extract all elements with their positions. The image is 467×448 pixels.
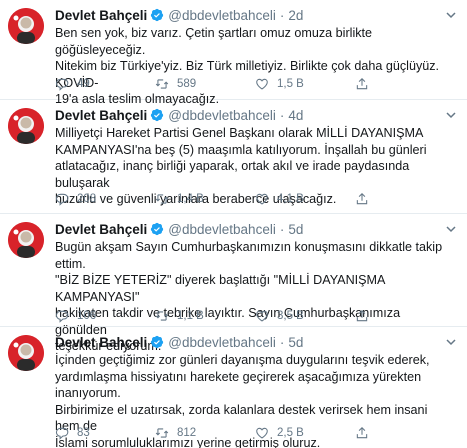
share-icon	[355, 77, 369, 91]
reply-icon	[55, 426, 69, 440]
tweet-text: Ben sen yok, biz varız. Çetin şartları o…	[55, 26, 440, 106]
share-icon	[355, 309, 369, 323]
retweet-icon	[155, 426, 169, 440]
share-button[interactable]	[355, 308, 369, 324]
retweet-button[interactable]: 589	[155, 76, 196, 92]
separator-dot: ·	[279, 334, 285, 350]
verified-badge-icon	[150, 8, 164, 22]
tweet-actions: 49 589 1,5 B	[55, 76, 455, 92]
tweet-header: Devlet Bahçeli @dbdevletbahceli · 5d	[55, 220, 457, 238]
avatar[interactable]	[8, 108, 44, 144]
share-icon	[355, 192, 369, 206]
like-button[interactable]: 2,5 B	[255, 425, 304, 441]
verified-badge-icon	[150, 222, 164, 236]
retweet-icon	[155, 77, 169, 91]
tweet-actions: 208 1,4 B 4,1 B	[55, 191, 455, 207]
retweet-icon	[155, 192, 169, 206]
tweet-timestamp[interactable]: 2d	[288, 8, 303, 23]
heart-icon	[255, 77, 269, 91]
heart-icon	[255, 426, 269, 440]
verified-badge-icon	[150, 335, 164, 349]
reply-count: 106	[77, 310, 97, 322]
verified-badge-icon	[150, 108, 164, 122]
tweet[interactable]: Devlet Bahçeli @dbdevletbahceli · 5d İçi…	[0, 327, 467, 448]
like-count: 1,5 B	[277, 78, 304, 90]
retweet-button[interactable]: 812	[155, 425, 196, 441]
author-handle[interactable]: @dbdevletbahceli	[168, 222, 276, 237]
like-button[interactable]: 4,1 B	[255, 191, 304, 207]
avatar[interactable]	[8, 8, 44, 44]
share-button[interactable]	[355, 76, 369, 92]
reply-icon	[55, 192, 69, 206]
heart-icon	[255, 309, 269, 323]
tweet[interactable]: Devlet Bahçeli @dbdevletbahceli · 2d Ben…	[0, 0, 467, 106]
retweet-button[interactable]: 1,4 B	[155, 191, 204, 207]
author-name[interactable]: Devlet Bahçeli	[55, 8, 147, 23]
separator-dot: ·	[279, 107, 285, 123]
share-icon	[355, 426, 369, 440]
share-button[interactable]	[355, 425, 369, 441]
tweet-actions: 83 812 2,5 B	[55, 425, 455, 441]
retweet-button[interactable]: 1,1 B	[155, 308, 204, 324]
tweet-actions: 106 1,1 B 3,5 B	[55, 308, 455, 324]
like-count: 2,5 B	[277, 427, 304, 439]
reply-button[interactable]: 49	[55, 76, 90, 92]
tweet-timestamp[interactable]: 5d	[288, 222, 303, 237]
heart-icon	[255, 192, 269, 206]
avatar[interactable]	[8, 222, 44, 258]
retweet-count: 812	[177, 427, 197, 439]
tweet[interactable]: Devlet Bahçeli @dbdevletbahceli · 4d Mil…	[0, 100, 467, 214]
like-button[interactable]: 1,5 B	[255, 76, 304, 92]
reply-button[interactable]: 208	[55, 191, 96, 207]
chevron-down-icon[interactable]	[445, 222, 457, 234]
reply-count: 83	[77, 427, 90, 439]
tweet-header: Devlet Bahçeli @dbdevletbahceli · 4d	[55, 106, 457, 124]
retweet-count: 589	[177, 78, 197, 90]
author-handle[interactable]: @dbdevletbahceli	[168, 335, 276, 350]
retweet-count: 1,4 B	[177, 193, 204, 205]
like-button[interactable]: 3,5 B	[255, 308, 304, 324]
tweet-timestamp[interactable]: 5d	[288, 335, 303, 350]
author-name[interactable]: Devlet Bahçeli	[55, 335, 147, 350]
separator-dot: ·	[279, 221, 285, 237]
author-name[interactable]: Devlet Bahçeli	[55, 222, 147, 237]
retweet-icon	[155, 309, 169, 323]
reply-count: 208	[77, 193, 97, 205]
tweet-timestamp[interactable]: 4d	[288, 108, 303, 123]
reply-icon	[55, 309, 69, 323]
reply-icon	[55, 77, 69, 91]
reply-button[interactable]: 83	[55, 425, 90, 441]
like-count: 4,1 B	[277, 193, 304, 205]
like-count: 3,5 B	[277, 310, 304, 322]
tweet-header: Devlet Bahçeli @dbdevletbahceli · 2d	[55, 6, 457, 24]
reply-button[interactable]: 106	[55, 308, 96, 324]
chevron-down-icon[interactable]	[445, 8, 457, 20]
chevron-down-icon[interactable]	[445, 108, 457, 120]
author-name[interactable]: Devlet Bahçeli	[55, 108, 147, 123]
reply-count: 49	[77, 78, 90, 90]
tweet-header: Devlet Bahçeli @dbdevletbahceli · 5d	[55, 333, 457, 351]
author-handle[interactable]: @dbdevletbahceli	[168, 108, 276, 123]
retweet-count: 1,1 B	[177, 310, 204, 322]
author-handle[interactable]: @dbdevletbahceli	[168, 8, 276, 23]
separator-dot: ·	[279, 7, 285, 23]
avatar[interactable]	[8, 335, 44, 371]
chevron-down-icon[interactable]	[445, 335, 457, 347]
tweet[interactable]: Devlet Bahçeli @dbdevletbahceli · 5d Bug…	[0, 214, 467, 353]
share-button[interactable]	[355, 191, 369, 207]
